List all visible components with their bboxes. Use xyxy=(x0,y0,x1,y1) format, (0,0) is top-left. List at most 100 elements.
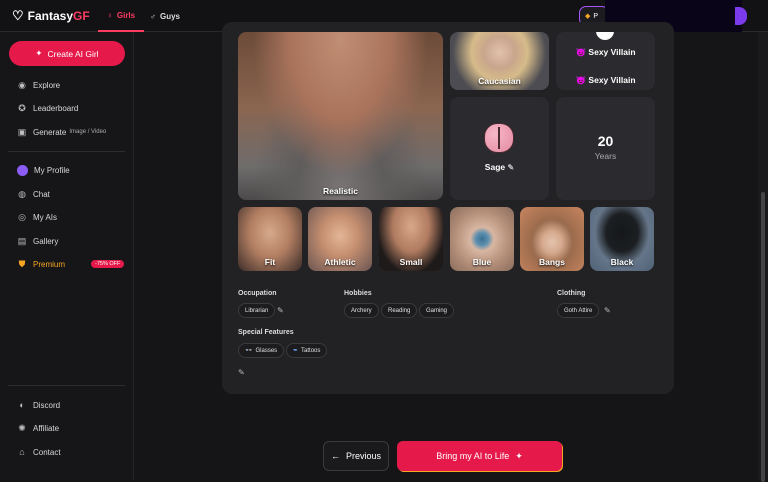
create-label: Create AI Girl xyxy=(47,48,99,59)
eyes-tile-blue[interactable]: Blue xyxy=(450,207,514,271)
sidebar-item-discord[interactable]: ◐ Discord xyxy=(17,400,60,410)
occupation-chip[interactable]: Librarian xyxy=(238,303,276,318)
ai-icon: ◎ xyxy=(18,211,26,222)
style-tile-realistic[interactable]: Realistic xyxy=(238,32,443,200)
body-tile-fit[interactable]: Fit xyxy=(238,207,302,271)
tile-caption: Bangs xyxy=(539,257,565,267)
glasses-icon: 👓 xyxy=(245,348,253,354)
discount-badge: -75% OFF xyxy=(91,260,125,268)
male-icon: ♂ xyxy=(150,11,156,21)
sidebar-item-gallery[interactable]: ▤ Gallery xyxy=(17,235,59,246)
divider xyxy=(8,385,125,386)
tile-caption: Athletic xyxy=(324,257,356,267)
clothing-chip[interactable]: Goth Attire xyxy=(557,303,600,318)
scrollbar-thumb[interactable] xyxy=(761,192,765,482)
previous-button[interactable]: ← Previous xyxy=(323,441,389,471)
sidebar-item-leaderboard[interactable]: ✪ Leaderboard xyxy=(17,103,78,113)
tab-guys[interactable]: ♂ Guys xyxy=(150,0,180,32)
chip-label: Archery xyxy=(351,307,372,314)
affiliate-icon: ✺ xyxy=(18,422,26,433)
tile-caption: Realistic xyxy=(323,186,358,196)
chat-icon: ◍ xyxy=(18,188,26,199)
sidebar-item-label: Explore xyxy=(33,80,61,90)
arrow-left-icon: ← xyxy=(330,451,340,461)
personality-icon xyxy=(596,32,614,40)
sidebar-item-chat[interactable]: ◍ Chat xyxy=(17,189,50,199)
brain-icon xyxy=(484,123,514,153)
tile-caption: Fit xyxy=(264,257,276,267)
hobbies-label: Hobbies xyxy=(344,290,372,297)
diamond-icon: ◆ xyxy=(585,13,591,20)
tab-guys-label: Guys xyxy=(160,11,181,21)
hobby-chip[interactable]: Gaming xyxy=(419,303,455,318)
voice-tile-sage[interactable]: Sage ✎ xyxy=(450,97,549,200)
chip-label: Librarian xyxy=(245,307,269,314)
tile-caption: Blue xyxy=(472,257,492,267)
image-icon: ▣ xyxy=(17,126,27,137)
personality-selected-label: Sexy Villain xyxy=(588,75,636,85)
sidebar-item-label: Gallery xyxy=(33,236,59,246)
tab-girls[interactable]: ♀ Girls xyxy=(98,0,144,32)
feature-chip[interactable]: ✒ Tattoos xyxy=(286,343,328,358)
ethnicity-tile-caucasian[interactable]: Caucasian xyxy=(450,32,549,90)
butt-tile-athletic[interactable]: Athletic xyxy=(308,207,372,271)
sparkle-icon: ✦ xyxy=(35,48,43,58)
contact-icon: ⌂ xyxy=(19,447,25,457)
sidebar-item-label: My Profile xyxy=(34,166,70,175)
sidebar-item-my-profile[interactable]: My Profile xyxy=(17,165,70,176)
hobby-chip[interactable]: Reading xyxy=(381,303,418,318)
sidebar-item-label: Leaderboard xyxy=(33,103,79,113)
haircolor-tile-black[interactable]: Black xyxy=(590,207,654,271)
shield-icon: ⛊ xyxy=(18,258,26,269)
brand-prefix: Fantasy xyxy=(27,9,74,23)
medal-icon: ✪ xyxy=(18,102,26,113)
sidebar-item-generate[interactable]: ▣ Generate Image / Video xyxy=(17,126,107,137)
age-tile[interactable]: 20 Years xyxy=(556,97,655,200)
special-features-label: Special Features xyxy=(238,329,294,336)
personality-option-label: Sexy Villain xyxy=(588,47,636,57)
age-value: 20 xyxy=(597,133,614,149)
hobby-chip[interactable]: Archery xyxy=(344,303,379,318)
female-icon: ♀ xyxy=(106,10,113,20)
main-content: Realistic Caucasian 😈 Sexy Villain 😈 Sex… xyxy=(134,22,768,480)
pencil-icon[interactable]: ✎ xyxy=(604,306,611,315)
logo[interactable]: ♡ Fantasy GF xyxy=(12,8,90,24)
compass-icon: ◉ xyxy=(18,79,26,90)
chip-label: Tattoos xyxy=(301,347,321,354)
bring-to-life-button[interactable]: Bring my AI to Life ✦ xyxy=(397,441,562,471)
pencil-icon[interactable]: ✎ xyxy=(508,163,515,172)
voice-caption-label: Sage xyxy=(484,162,506,172)
chip-label: Glasses xyxy=(255,347,278,354)
feature-chip[interactable]: 👓 Glasses xyxy=(238,343,285,358)
premium-header-label: P xyxy=(593,12,599,20)
chip-label: Reading xyxy=(388,307,411,314)
scrollbar[interactable] xyxy=(758,32,768,482)
personality-tile[interactable]: 😈 Sexy Villain 😈 Sexy Villain xyxy=(556,32,655,90)
sidebar-item-premium[interactable]: ⛊ Premium -75% OFF xyxy=(17,258,125,269)
sidebar-item-affiliate[interactable]: ✺ Affiliate xyxy=(17,423,59,433)
pencil-icon[interactable]: ✎ xyxy=(277,306,284,315)
user-avatar[interactable] xyxy=(735,7,747,25)
previous-label: Previous xyxy=(345,451,381,461)
breast-tile-small[interactable]: Small xyxy=(379,207,443,271)
pencil-icon[interactable]: ✎ xyxy=(238,368,245,377)
create-ai-girl-button[interactable]: ✦ Create AI Girl xyxy=(9,41,125,66)
discord-icon: ◐ xyxy=(19,400,25,410)
sidebar-item-explore[interactable]: ◉ Explore xyxy=(17,80,60,90)
age-unit: Years xyxy=(594,151,617,161)
sidebar-item-label: Chat xyxy=(33,189,50,199)
sidebar-item-contact[interactable]: ⌂ Contact xyxy=(17,447,61,457)
avatar-icon xyxy=(17,165,28,176)
sidebar: ✦ Create AI Girl ◉ Explore ✪ Leaderboard… xyxy=(0,32,134,480)
sidebar-item-my-ais[interactable]: ◎ My AIs xyxy=(17,212,57,222)
bring-label: Bring my AI to Life xyxy=(436,451,510,461)
sidebar-item-sublabel: Image / Video xyxy=(69,129,107,135)
hairstyle-tile-bangs[interactable]: Bangs xyxy=(520,207,584,271)
tile-caption: Black xyxy=(610,257,634,267)
sidebar-item-label: Affiliate xyxy=(33,423,60,433)
gallery-icon: ▤ xyxy=(17,235,27,246)
sidebar-item-label: Contact xyxy=(33,447,61,457)
tab-girls-label: Girls xyxy=(116,10,136,20)
tile-caption: Caucasian xyxy=(478,76,521,86)
voice-caption: Sage ✎ xyxy=(450,162,549,172)
